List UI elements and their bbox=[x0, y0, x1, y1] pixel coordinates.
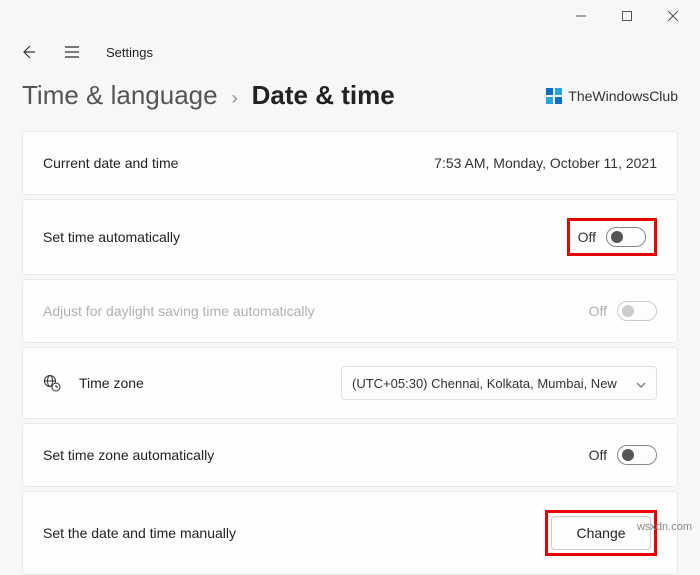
top-bar: Settings bbox=[0, 32, 700, 72]
timezone-card: Time zone (UTC+05:30) Chennai, Kolkata, … bbox=[22, 347, 678, 419]
brand: TheWindowsClub bbox=[546, 88, 678, 104]
brand-text: TheWindowsClub bbox=[568, 88, 678, 104]
toggle-knob bbox=[622, 449, 634, 461]
set-timezone-auto-toggle[interactable] bbox=[617, 445, 657, 465]
close-button[interactable] bbox=[650, 0, 696, 32]
toggle-state-text: Off bbox=[589, 447, 607, 463]
current-datetime-card: Current date and time 7:53 AM, Monday, O… bbox=[22, 131, 678, 195]
dst-card: Adjust for daylight saving time automati… bbox=[22, 279, 678, 343]
toggle-state-text: Off bbox=[589, 303, 607, 319]
maximize-button[interactable] bbox=[604, 0, 650, 32]
back-button[interactable] bbox=[18, 42, 38, 62]
breadcrumb-current: Date & time bbox=[252, 80, 395, 111]
current-datetime-value: 7:53 AM, Monday, October 11, 2021 bbox=[434, 155, 657, 171]
toggle-knob bbox=[622, 305, 634, 317]
minimize-button[interactable] bbox=[558, 0, 604, 32]
dst-toggle bbox=[617, 301, 657, 321]
current-datetime-label: Current date and time bbox=[43, 155, 178, 171]
manual-datetime-label: Set the date and time manually bbox=[43, 525, 236, 541]
set-timezone-auto-card: Set time zone automatically Off bbox=[22, 423, 678, 487]
page-header: Time & language › Date & time TheWindows… bbox=[0, 72, 700, 123]
breadcrumb-parent[interactable]: Time & language bbox=[22, 80, 218, 111]
highlight-box: Change bbox=[545, 510, 657, 556]
content-area: Current date and time 7:53 AM, Monday, O… bbox=[0, 123, 700, 575]
chevron-right-icon: › bbox=[232, 88, 238, 109]
timezone-dropdown[interactable]: (UTC+05:30) Chennai, Kolkata, Mumbai, Ne… bbox=[341, 366, 657, 400]
timezone-label: Time zone bbox=[79, 375, 144, 391]
toggle-state-text: Off bbox=[578, 229, 596, 245]
set-time-auto-card: Set time automatically Off bbox=[22, 199, 678, 275]
watermark: wsxdn.com bbox=[637, 521, 692, 533]
chevron-down-icon bbox=[636, 376, 646, 391]
set-time-auto-toggle-group: Off bbox=[578, 227, 646, 247]
manual-datetime-card: Set the date and time manually Change bbox=[22, 491, 678, 575]
brand-logo-icon bbox=[546, 88, 562, 104]
window-titlebar bbox=[0, 0, 700, 32]
timezone-selected: (UTC+05:30) Chennai, Kolkata, Mumbai, Ne… bbox=[352, 376, 628, 391]
globe-clock-icon bbox=[43, 374, 61, 392]
dst-toggle-group: Off bbox=[589, 301, 657, 321]
set-timezone-auto-toggle-group: Off bbox=[589, 445, 657, 465]
dst-label: Adjust for daylight saving time automati… bbox=[43, 303, 315, 319]
set-timezone-auto-label: Set time zone automatically bbox=[43, 447, 214, 463]
set-time-auto-toggle[interactable] bbox=[606, 227, 646, 247]
highlight-box: Off bbox=[567, 218, 657, 256]
breadcrumb: Time & language › Date & time bbox=[22, 80, 395, 111]
app-title: Settings bbox=[106, 45, 153, 60]
set-time-auto-label: Set time automatically bbox=[43, 229, 180, 245]
toggle-knob bbox=[611, 231, 623, 243]
menu-icon[interactable] bbox=[62, 42, 82, 62]
